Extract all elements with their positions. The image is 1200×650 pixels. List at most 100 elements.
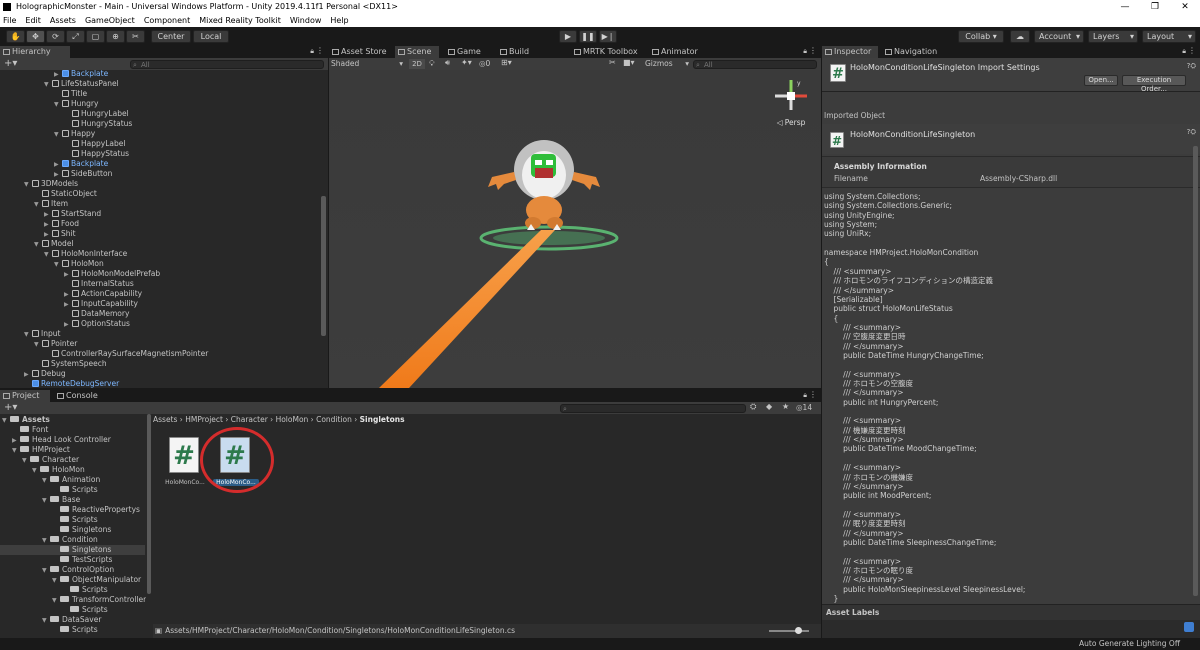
hierarchy-item[interactable]: InternalStatus — [64, 279, 134, 289]
tab-project[interactable]: Project — [0, 390, 50, 402]
audio-toggle-icon[interactable]: 🔊︎ — [445, 58, 450, 68]
expand-arrow-icon[interactable]: ▼ — [24, 330, 32, 340]
expand-arrow-icon[interactable]: ▼ — [54, 130, 62, 140]
expand-arrow-icon[interactable]: ▶ — [64, 320, 72, 330]
hierarchy-item[interactable]: HappyStatus — [64, 149, 129, 159]
folder-item[interactable]: Singletons — [0, 545, 145, 555]
inspector-menu-icon[interactable]: ⋮ — [1188, 46, 1196, 55]
scene-lock-icon[interactable]: 🔒︎ — [803, 47, 807, 56]
hierarchy-item[interactable]: ▼ Model — [34, 239, 74, 249]
folder-item[interactable]: Scripts — [0, 605, 145, 615]
grid-toggle-icon[interactable]: ⊞▾ — [501, 58, 512, 67]
rect-tool-icon[interactable]: ▢ — [86, 30, 105, 43]
hierarchy-item[interactable]: ▶ InputCapability — [64, 299, 138, 309]
shading-mode-dropdown[interactable]: Shaded ▾ — [331, 59, 403, 69]
hierarchy-item[interactable]: ▼ HoloMon — [54, 259, 104, 269]
tab-mrtk-toolbox[interactable]: MRTK Toolbox — [571, 46, 639, 58]
folder-item[interactable]: ▼ Animation — [0, 475, 145, 485]
menu-mrtk[interactable]: Mixed Reality Toolkit — [199, 16, 281, 25]
header-help-icon[interactable]: ?⛭ — [1187, 62, 1196, 71]
folder-item[interactable]: ▼ ControlOption — [0, 565, 145, 575]
hierarchy-item[interactable]: DataMemory — [64, 309, 129, 319]
expand-arrow-icon[interactable]: ▼ — [34, 200, 42, 210]
lighting-status[interactable]: Auto Generate Lighting Off — [1079, 638, 1180, 650]
folder-item[interactable]: ▶ Head Look Controller — [0, 435, 145, 445]
move-tool-icon[interactable]: ✥ — [26, 30, 45, 43]
layout-dropdown[interactable]: Layout ▾ — [1142, 30, 1196, 43]
custom-tool-icon[interactable]: ✂ — [126, 30, 145, 43]
project-create-icon[interactable]: +▾ — [4, 402, 17, 414]
menu-window[interactable]: Window — [290, 16, 322, 25]
hierarchy-item[interactable]: ▶ Food — [44, 219, 79, 229]
menu-assets[interactable]: Assets — [50, 16, 76, 25]
folder-item[interactable]: ▼ Base — [0, 495, 145, 505]
hierarchy-search-input[interactable]: ⌕ All — [130, 60, 324, 69]
tab-scene[interactable]: Scene — [395, 46, 439, 58]
icon-size-slider[interactable] — [769, 627, 809, 634]
asset-label-tag-icon[interactable] — [1184, 622, 1194, 632]
hidden-objects-toggle[interactable]: ◎0 — [479, 58, 490, 70]
expand-arrow-icon[interactable]: ▼ — [44, 250, 52, 260]
hierarchy-item[interactable]: ▶ SideButton — [54, 169, 112, 179]
hierarchy-item[interactable]: ▶ StartStand — [44, 209, 101, 219]
tab-build-window[interactable]: Build Window — [497, 46, 563, 68]
inspector-lock-icon[interactable]: 🔒︎ — [1182, 47, 1186, 56]
expand-arrow-icon[interactable]: ▼ — [54, 100, 62, 110]
folder-item[interactable]: ▼ Character — [0, 455, 145, 465]
tab-animator[interactable]: Animator — [649, 46, 699, 58]
breadcrumb-assets[interactable]: Assets — [153, 415, 177, 424]
panel-menu-icon[interactable]: ⋮ — [316, 46, 324, 55]
hierarchy-item[interactable]: ▼ LifeStatusPanel — [44, 79, 119, 89]
menu-gameobject[interactable]: GameObject — [85, 16, 135, 25]
tab-asset-store[interactable]: Asset Store — [329, 46, 389, 58]
hierarchy-item[interactable]: ▼ HoloMonInterface — [44, 249, 127, 259]
pivot-center-button[interactable]: Center — [151, 30, 191, 43]
scene-orientation-gizmo[interactable]: y ◁ Persp — [769, 76, 813, 127]
hierarchy-item[interactable]: ▶ Shit — [44, 229, 76, 239]
icon-size-slider-thumb[interactable] — [795, 627, 802, 634]
folder-item[interactable]: ▼ ObjectManipulator — [0, 575, 145, 585]
tab-game[interactable]: Game — [445, 46, 485, 58]
inspector-scrollbar[interactable] — [1193, 146, 1198, 596]
folder-item[interactable]: ▼ HMProject — [0, 445, 145, 455]
execution-order-button[interactable]: Execution Order... — [1122, 75, 1186, 93]
hierarchy-item[interactable]: ▼ 3DModels — [24, 179, 78, 189]
folder-item[interactable]: ▼ Condition — [0, 535, 145, 545]
hierarchy-item[interactable]: StaticObject — [34, 189, 97, 199]
hierarchy-item[interactable]: ▼ Pointer — [34, 339, 77, 349]
folder-item[interactable]: ▼ DataSaver — [0, 615, 145, 625]
folder-item[interactable]: Singletons — [0, 525, 145, 535]
hierarchy-item[interactable]: HungryLabel — [64, 109, 129, 119]
expand-arrow-icon[interactable]: ▼ — [54, 260, 62, 270]
perspective-label[interactable]: ◁ Persp — [769, 118, 813, 127]
tools-icon[interactable]: ✂ — [609, 58, 616, 67]
step-button[interactable]: ▶❘ — [599, 30, 617, 43]
scale-tool-icon[interactable]: ⤢ — [66, 30, 85, 43]
open-button[interactable]: Open... — [1084, 75, 1118, 86]
expand-arrow-icon[interactable]: ▼ — [24, 180, 32, 190]
hierarchy-item[interactable]: HappyLabel — [64, 139, 125, 149]
menu-help[interactable]: Help — [330, 16, 348, 25]
tab-inspector[interactable]: Inspector — [822, 46, 878, 58]
project-tree-scrollbar[interactable] — [147, 414, 151, 594]
breadcrumb-character[interactable]: Character — [231, 415, 268, 424]
scene-viewport[interactable]: y ◁ Persp — [329, 70, 821, 388]
expand-arrow-icon[interactable]: ▼ — [34, 240, 42, 250]
folder-item[interactable]: Scripts — [0, 625, 145, 635]
breadcrumb-condition[interactable]: Condition — [316, 415, 352, 424]
gizmos-dropdown[interactable]: Gizmos ▾ — [645, 59, 689, 69]
collab-dropdown[interactable]: Collab ▾ — [958, 30, 1004, 43]
breadcrumb-holomon[interactable]: HoloMon — [276, 415, 309, 424]
folder-item[interactable]: ▼ HoloMon — [0, 465, 145, 475]
lock-icon[interactable]: 🔒︎ — [310, 47, 314, 56]
folder-item[interactable]: ▼ Assets — [0, 415, 145, 425]
hierarchy-item[interactable]: ▶ OptionStatus — [64, 319, 130, 329]
hierarchy-item[interactable]: Title — [54, 89, 87, 99]
hierarchy-item[interactable]: ▶ Backplate — [54, 70, 108, 79]
folder-item[interactable]: Scripts — [0, 485, 145, 495]
menu-component[interactable]: Component — [144, 16, 190, 25]
project-menu-icon[interactable]: ⋮ — [809, 390, 817, 399]
hierarchy-item[interactable]: ▼ Happy — [54, 129, 95, 139]
expand-arrow-icon[interactable]: ▼ — [34, 340, 42, 350]
effects-toggle-icon[interactable]: ✦▾ — [461, 58, 472, 67]
